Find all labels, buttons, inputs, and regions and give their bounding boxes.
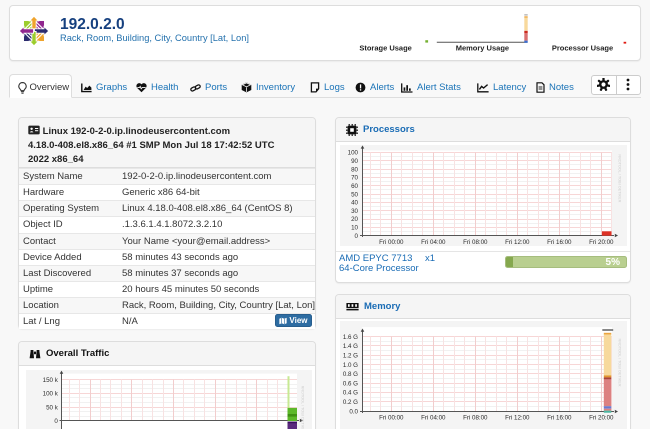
svg-text:Fri 08:00: Fri 08:00 (463, 415, 488, 422)
svg-text:Processor Usage: Processor Usage (552, 43, 613, 52)
svg-text:0.2 G: 0.2 G (343, 399, 358, 406)
svg-text:0: 0 (355, 233, 359, 240)
svg-text:0: 0 (54, 418, 58, 425)
svg-text:0.0: 0.0 (349, 408, 358, 415)
svg-text:40: 40 (351, 200, 358, 207)
svg-text:90: 90 (351, 158, 358, 165)
svg-text:Fri 12:00: Fri 12:00 (505, 415, 530, 422)
svg-text:Fri 00:00: Fri 00:00 (379, 239, 404, 246)
svg-text:Fri 20:00: Fri 20:00 (589, 415, 614, 422)
svg-text:Fri 00:00: Fri 00:00 (379, 415, 404, 422)
svg-text:1.4 G: 1.4 G (343, 343, 358, 350)
svg-text:70: 70 (351, 175, 358, 182)
svg-text:0.6 G: 0.6 G (343, 380, 358, 387)
svg-text:Fri 04:00: Fri 04:00 (421, 239, 446, 246)
svg-text:1.6 G: 1.6 G (343, 334, 358, 341)
svg-text:80: 80 (351, 166, 358, 173)
svg-text:Fri 16:00: Fri 16:00 (547, 415, 572, 422)
svg-text:60: 60 (351, 183, 358, 190)
svg-text:RRDTOOL / TOBI OETIKER: RRDTOOL / TOBI OETIKER (301, 386, 305, 429)
svg-text:Fri 04:00: Fri 04:00 (421, 415, 446, 422)
svg-text:30: 30 (351, 208, 358, 215)
svg-text:RRDTOOL / TOBI OETIKER: RRDTOOL / TOBI OETIKER (618, 339, 622, 387)
svg-text:150 k: 150 k (43, 377, 59, 384)
svg-text:Storage Usage: Storage Usage (359, 43, 412, 52)
svg-text:Fri 20:00: Fri 20:00 (589, 239, 614, 246)
svg-text:100 k: 100 k (43, 391, 59, 398)
svg-text:0.4 G: 0.4 G (343, 390, 358, 397)
svg-text:0.8 G: 0.8 G (343, 371, 358, 378)
svg-text:RRDTOOL / TOBI OETIKER: RRDTOOL / TOBI OETIKER (618, 154, 622, 202)
svg-text:50 k: 50 k (46, 404, 59, 411)
svg-text:1.2 G: 1.2 G (343, 352, 358, 359)
svg-text:Memory Usage: Memory Usage (456, 43, 509, 52)
svg-text:10: 10 (351, 225, 358, 232)
svg-text:20: 20 (351, 216, 358, 223)
svg-text:50: 50 (351, 191, 358, 198)
svg-text:1.0 G: 1.0 G (343, 362, 358, 369)
svg-text:Fri 12:00: Fri 12:00 (505, 239, 530, 246)
svg-text:Fri 16:00: Fri 16:00 (547, 239, 572, 246)
svg-text:Fri 08:00: Fri 08:00 (463, 239, 488, 246)
svg-text:100: 100 (348, 150, 359, 157)
